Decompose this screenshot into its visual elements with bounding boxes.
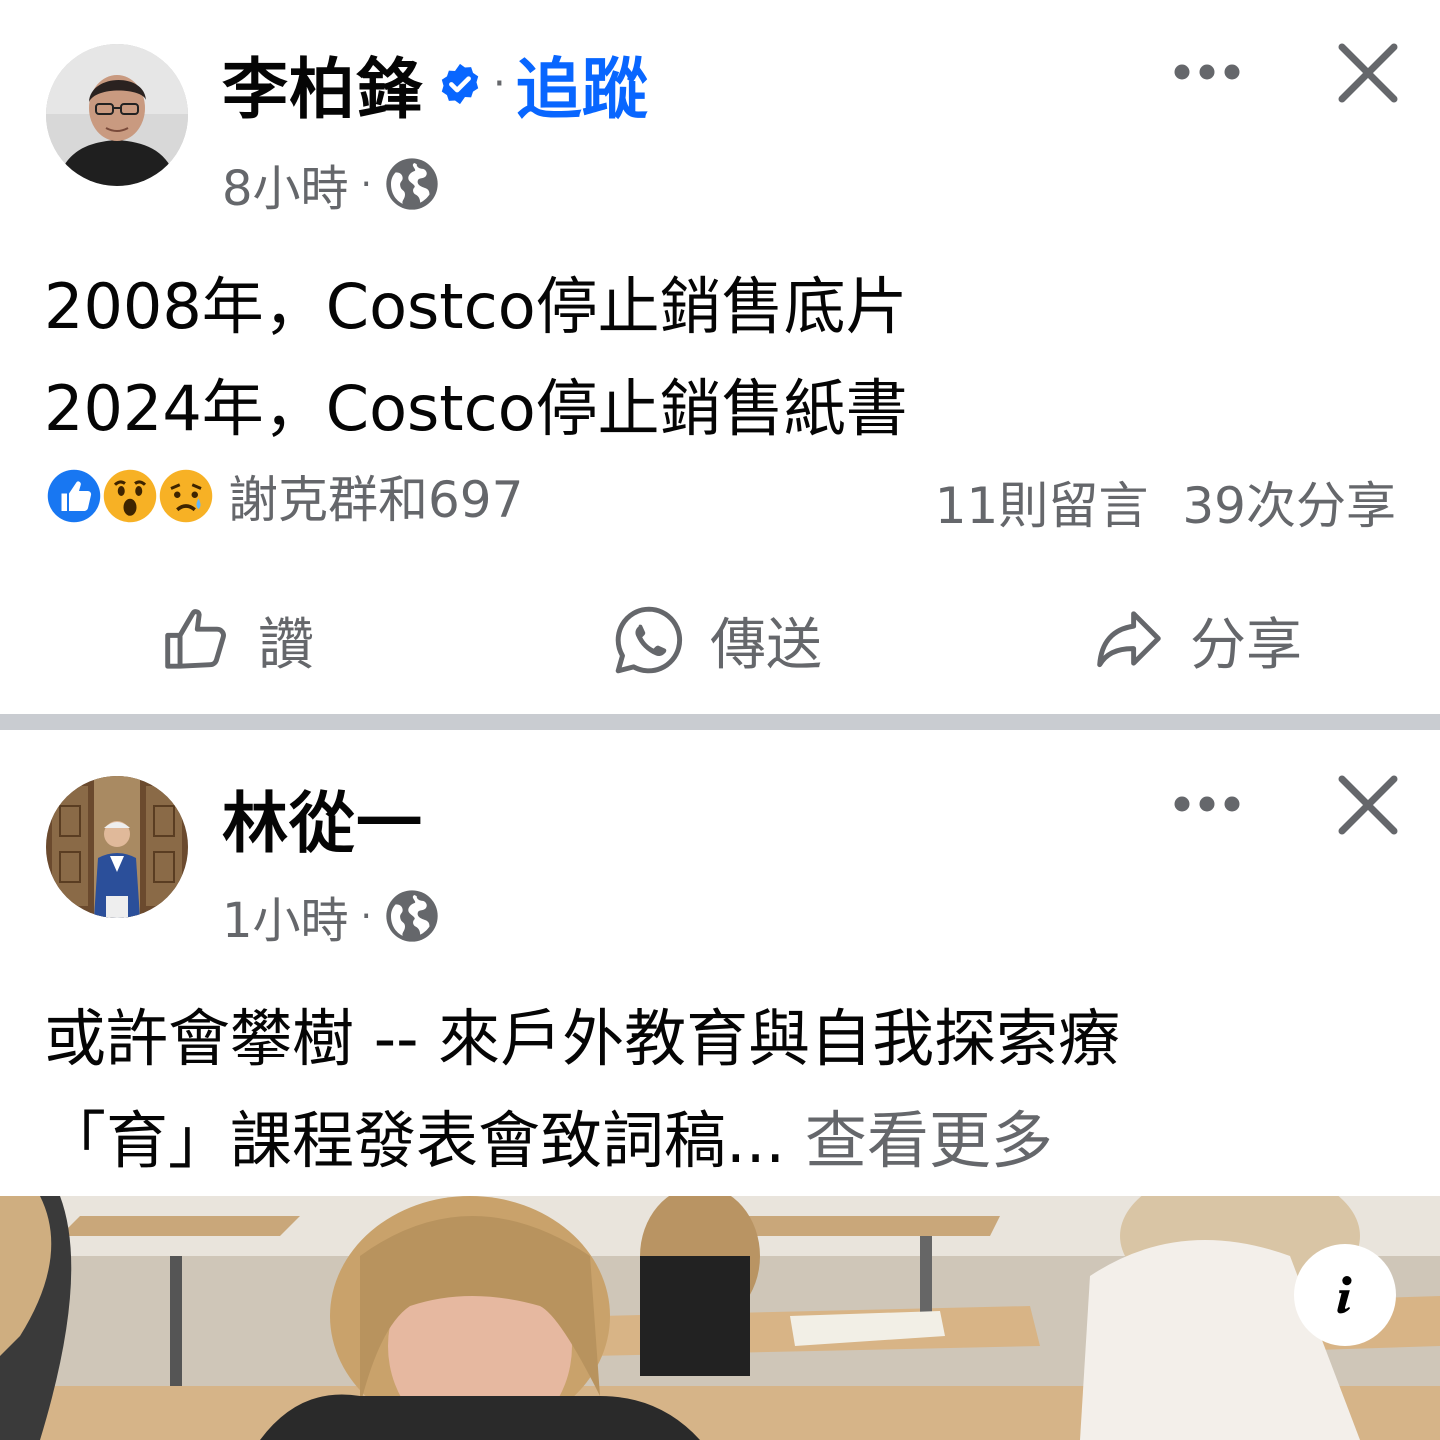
comments-count[interactable]: 11則留言 xyxy=(935,466,1149,538)
feed-post-1: 李柏鋒 · 追蹤 8小時 · 2008年，Costco停止銷售底片 2024年，… xyxy=(0,0,1440,714)
like-reaction-icon xyxy=(45,467,103,525)
author-name[interactable]: 林從一 xyxy=(222,770,423,866)
globe-icon xyxy=(386,890,438,942)
post-text-line-2: 「育」課程發表會致詞稿... 查看更多 xyxy=(44,1090,1053,1192)
shares-count[interactable]: 39次分享 xyxy=(1182,466,1396,538)
post-header: 林從一 xyxy=(222,774,423,862)
reaction-icons xyxy=(44,466,215,526)
post-time[interactable]: 8小時 xyxy=(222,149,349,219)
author-avatar[interactable] xyxy=(46,776,188,918)
wow-reaction-icon xyxy=(101,467,159,525)
sad-reaction-icon xyxy=(157,467,215,525)
share-arrow-icon xyxy=(1097,611,1161,668)
thumbs-up-icon xyxy=(165,609,226,669)
follow-button[interactable]: 追蹤 xyxy=(516,36,648,132)
see-more-link[interactable]: 查看更多 xyxy=(805,1104,1053,1177)
like-label: 讚 xyxy=(258,612,314,678)
meta-separator: · xyxy=(360,895,372,937)
post-header: 李柏鋒 · 追蹤 xyxy=(222,40,648,128)
whatsapp-icon xyxy=(615,606,683,674)
send-label: 傳送 xyxy=(710,612,822,678)
close-icon[interactable] xyxy=(1337,42,1399,104)
post-divider xyxy=(0,714,1440,730)
author-avatar[interactable] xyxy=(46,44,188,186)
close-icon[interactable] xyxy=(1337,774,1399,836)
post-meta: 8小時 · xyxy=(222,154,440,217)
post-stats: 11則留言 39次分享 xyxy=(935,466,1396,538)
info-icon xyxy=(1337,1276,1352,1314)
post-meta: 1小時 · xyxy=(222,886,440,949)
reactions-summary[interactable]: 謝克群和697 11則留言 39次分享 xyxy=(44,466,1396,535)
post-text-line-2: 2024年，Costco停止銷售紙書 xyxy=(44,372,908,445)
post-image[interactable] xyxy=(0,1196,1440,1440)
separator: · xyxy=(493,61,506,107)
meta-separator: · xyxy=(360,163,372,205)
share-button[interactable]: 分享 xyxy=(1092,590,1302,690)
post-text-line-1: 2008年，Costco停止銷售底片 xyxy=(44,270,908,343)
post-text-truncated: 「育」課程發表會致詞稿... xyxy=(44,1104,786,1177)
more-options-icon[interactable] xyxy=(1172,794,1242,814)
more-options-icon[interactable] xyxy=(1172,62,1242,82)
reactions-text: 謝克群和697 xyxy=(228,471,524,529)
globe-icon xyxy=(386,158,438,210)
post-time[interactable]: 1小時 xyxy=(222,881,349,951)
author-name[interactable]: 李柏鋒 xyxy=(222,36,423,132)
like-button[interactable]: 讚 xyxy=(160,590,314,690)
verified-badge-icon xyxy=(441,63,479,105)
action-bar: 讚 傳送 分享 xyxy=(0,590,1440,690)
info-button[interactable] xyxy=(1294,1244,1396,1346)
post-text-line-1: 或許會攀樹 -- 來戶外教育與自我探索療 xyxy=(44,1002,1121,1075)
send-button[interactable]: 傳送 xyxy=(612,590,822,690)
share-label: 分享 xyxy=(1190,612,1302,678)
